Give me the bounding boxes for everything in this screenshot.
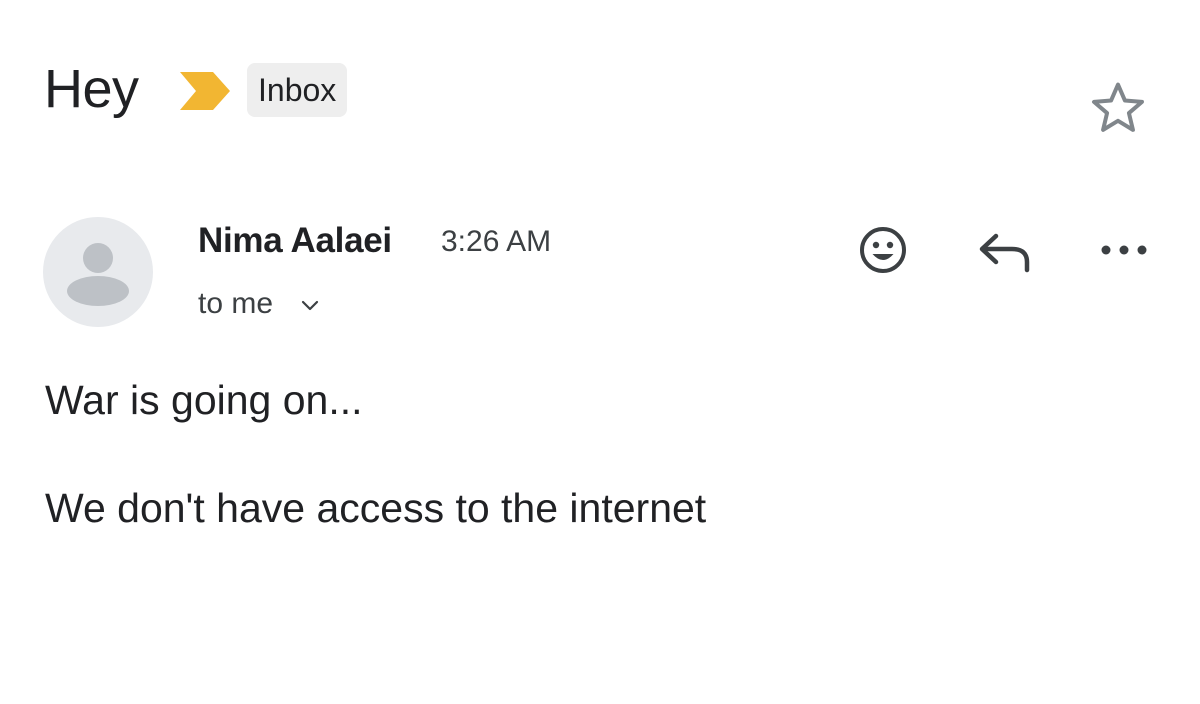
email-view: Hey Inbox Nima Aalaei 3:26 AM to me War (0, 0, 1200, 704)
reply-icon[interactable] (976, 226, 1032, 276)
message-body-line: We don't have access to the internet (45, 485, 707, 531)
person-icon (67, 243, 129, 306)
add-reaction-icon[interactable] (855, 222, 911, 278)
email-subject: Hey (44, 59, 139, 119)
more-options-icon[interactable] (1094, 230, 1154, 270)
recipient-label: to me (198, 287, 274, 320)
message-time: 3:26 AM (441, 225, 552, 258)
star-icon[interactable] (1086, 76, 1150, 140)
recipient-details-toggle[interactable]: to me (198, 282, 321, 326)
avatar[interactable] (43, 217, 153, 327)
message-body-line: War is going on... (45, 377, 363, 423)
importance-marker-icon[interactable] (180, 72, 230, 110)
chevron-down-icon (301, 300, 319, 311)
sender-name[interactable]: Nima Aalaei (198, 217, 392, 265)
label-chip-inbox[interactable]: Inbox (247, 63, 348, 117)
